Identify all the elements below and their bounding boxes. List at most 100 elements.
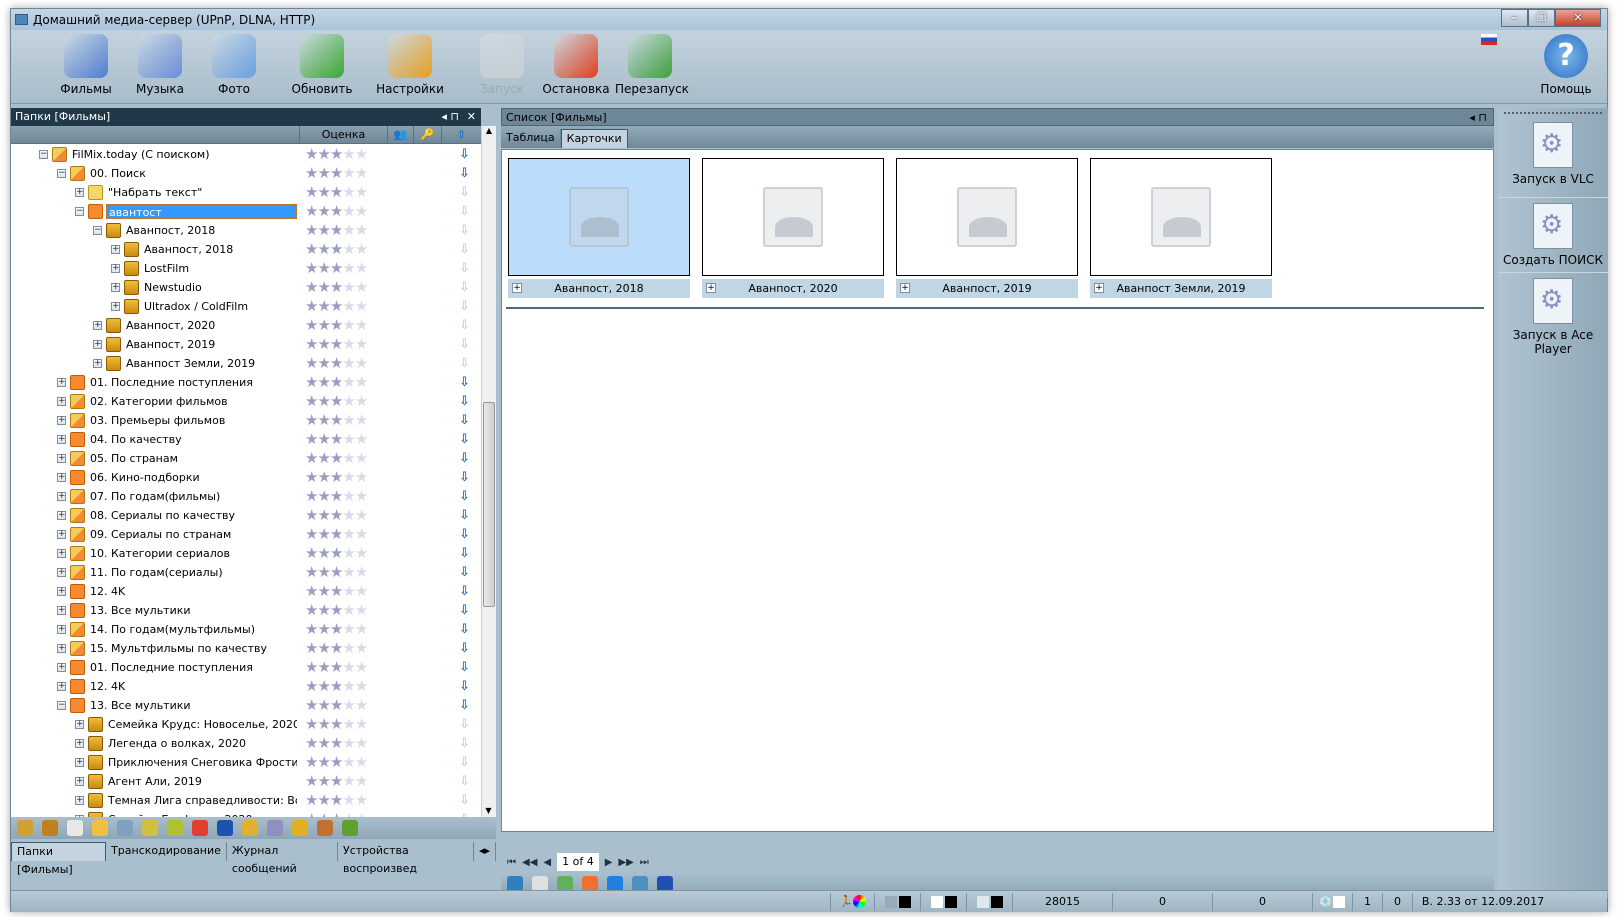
sort-download-icon[interactable]: ⇩: [459, 736, 471, 751]
star-filled-icon[interactable]: ★: [305, 202, 318, 220]
expand-toggle[interactable]: +: [75, 188, 84, 197]
star-empty-icon[interactable]: ★: [355, 658, 368, 676]
tree-row[interactable]: +12. 4K ★★★★★ ⇩: [11, 677, 481, 696]
star-empty-icon[interactable]: ★: [342, 563, 355, 581]
close-button[interactable]: ✕: [1555, 9, 1601, 27]
maximize-button[interactable]: ❐: [1528, 9, 1555, 27]
tree-row[interactable]: + Аванпост, 2019 ★★★★★ ⇩: [11, 335, 481, 354]
star-filled-icon[interactable]: ★: [317, 468, 330, 486]
star-filled-icon[interactable]: ★: [317, 582, 330, 600]
star-filled-icon[interactable]: ★: [330, 810, 343, 818]
toolbar-button-7[interactable]: Перезапуск: [615, 34, 689, 96]
media-card[interactable]: + Аванпост, 2018: [508, 158, 690, 298]
tag-delete-icon[interactable]: [42, 820, 58, 836]
color-swatch-1[interactable]: [875, 892, 921, 911]
star-empty-icon[interactable]: ★: [355, 715, 368, 733]
star-filled-icon[interactable]: ★: [330, 297, 343, 315]
star-empty-icon[interactable]: ★: [355, 677, 368, 695]
view-tab-0[interactable]: Таблица: [501, 129, 561, 148]
star-filled-icon[interactable]: ★: [305, 164, 318, 182]
star-filled-icon[interactable]: ★: [317, 658, 330, 676]
star-empty-icon[interactable]: ★: [355, 506, 368, 524]
sort-download-icon[interactable]: ⇩: [459, 318, 471, 333]
rating-stars[interactable]: ★★★★★: [305, 355, 368, 372]
sort-download-icon[interactable]: ⇩: [459, 774, 471, 789]
star-empty-icon[interactable]: ★: [342, 259, 355, 277]
card-thumbnail[interactable]: [702, 158, 884, 276]
gear-icon[interactable]: [267, 820, 283, 836]
star-filled-icon[interactable]: ★: [317, 240, 330, 258]
expand-card-button[interactable]: +: [512, 283, 522, 293]
tree-row[interactable]: + Аванпост, 2020 ★★★★★ ⇩: [11, 316, 481, 335]
sort-download-icon[interactable]: ⇩: [459, 413, 471, 428]
bottom-tab-2[interactable]: Журнал сообщений: [227, 842, 338, 875]
star-filled-icon[interactable]: ★: [305, 430, 318, 448]
star-empty-icon[interactable]: ★: [355, 145, 368, 163]
toolbar-button-5[interactable]: Запуск: [467, 34, 537, 96]
expand-toggle[interactable]: +: [93, 340, 102, 349]
rating-stars[interactable]: ★★★★★: [305, 183, 368, 201]
star-filled-icon[interactable]: ★: [317, 525, 330, 543]
sort-download-icon[interactable]: ⇩: [459, 185, 471, 200]
expand-toggle[interactable]: +: [93, 321, 102, 330]
sort-download-icon[interactable]: ⇩: [459, 622, 471, 637]
prev-button[interactable]: ◀: [543, 857, 551, 868]
tree-row[interactable]: + Аванпост, 2018 ★★★★★ ⇩: [11, 240, 481, 259]
star-empty-icon[interactable]: ★: [342, 297, 355, 315]
star-filled-icon[interactable]: ★: [330, 506, 343, 524]
rating-stars[interactable]: ★★★★★: [305, 658, 368, 676]
star-empty-icon[interactable]: ★: [355, 392, 368, 410]
next-page-button[interactable]: ▶▶: [618, 857, 633, 868]
rating-stars[interactable]: ★★★★★: [305, 506, 368, 524]
rating-stars[interactable]: ★★★★★: [305, 582, 368, 600]
tree-row[interactable]: +15. Мультфильмы по качеству ★★★★★ ⇩: [11, 639, 481, 658]
media-card[interactable]: + Аванпост, 2019: [896, 158, 1078, 298]
star-filled-icon[interactable]: ★: [330, 791, 343, 809]
sort-download-icon[interactable]: ⇩: [459, 432, 471, 447]
rating-stars[interactable]: ★★★★★: [305, 677, 368, 695]
star-filled-icon[interactable]: ★: [317, 202, 330, 220]
star-empty-icon[interactable]: ★: [355, 202, 368, 220]
last-page-button[interactable]: ⏭: [640, 857, 649, 868]
star-empty-icon[interactable]: ★: [342, 202, 355, 220]
bottom-tab-3[interactable]: Устройства воспроизвед: [338, 842, 474, 875]
star-filled-icon[interactable]: ★: [317, 411, 330, 429]
tree-row[interactable]: + Newstudio ★★★★★ ⇩: [11, 278, 481, 297]
star-filled-icon[interactable]: ★: [317, 316, 330, 334]
star-empty-icon[interactable]: ★: [342, 810, 355, 818]
star-filled-icon[interactable]: ★: [330, 468, 343, 486]
star-empty-icon[interactable]: ★: [342, 601, 355, 619]
expand-toggle[interactable]: +: [111, 302, 120, 311]
star-empty-icon[interactable]: ★: [342, 392, 355, 410]
star-filled-icon[interactable]: ★: [305, 753, 318, 771]
bottom-tab-1[interactable]: Транскодирование: [106, 842, 227, 861]
star-empty-icon[interactable]: ★: [342, 183, 355, 201]
rating-stars[interactable]: ★★★★★: [305, 297, 368, 315]
rating-stars[interactable]: ★★★★★: [305, 259, 368, 277]
card-thumbnail[interactable]: [1090, 158, 1272, 276]
star-filled-icon[interactable]: ★: [305, 696, 318, 714]
tree-row[interactable]: −13. Все мультики ★★★★★ ⇩: [11, 696, 481, 715]
tree-row[interactable]: +03. Премьеры фильмов ★★★★★ ⇩: [11, 411, 481, 430]
star-filled-icon[interactable]: ★: [330, 335, 343, 353]
expand-toggle[interactable]: +: [57, 682, 66, 691]
rating-stars[interactable]: ★★★★★: [305, 468, 368, 486]
star-filled-icon[interactable]: ★: [330, 145, 343, 163]
create-search-button[interactable]: Создать ПОИСК: [1498, 197, 1608, 267]
sidebar-grip[interactable]: [1504, 112, 1602, 114]
star-filled-icon[interactable]: ★: [330, 715, 343, 733]
star-empty-icon[interactable]: ★: [355, 601, 368, 619]
star-filled-icon[interactable]: ★: [330, 677, 343, 695]
expand-toggle[interactable]: +: [111, 283, 120, 292]
expand-toggle[interactable]: −: [39, 150, 48, 159]
star-empty-icon[interactable]: ★: [355, 563, 368, 581]
star-filled-icon[interactable]: ★: [317, 563, 330, 581]
star-filled-icon[interactable]: ★: [305, 183, 318, 201]
key-column-icon[interactable]: 🔑: [413, 126, 441, 144]
star-filled-icon[interactable]: ★: [305, 658, 318, 676]
star-empty-icon[interactable]: ★: [355, 240, 368, 258]
star-filled-icon[interactable]: ★: [317, 715, 330, 733]
star-filled-icon[interactable]: ★: [317, 620, 330, 638]
launch-vlc-button[interactable]: Запуск в VLC: [1498, 122, 1608, 186]
star-empty-icon[interactable]: ★: [355, 411, 368, 429]
